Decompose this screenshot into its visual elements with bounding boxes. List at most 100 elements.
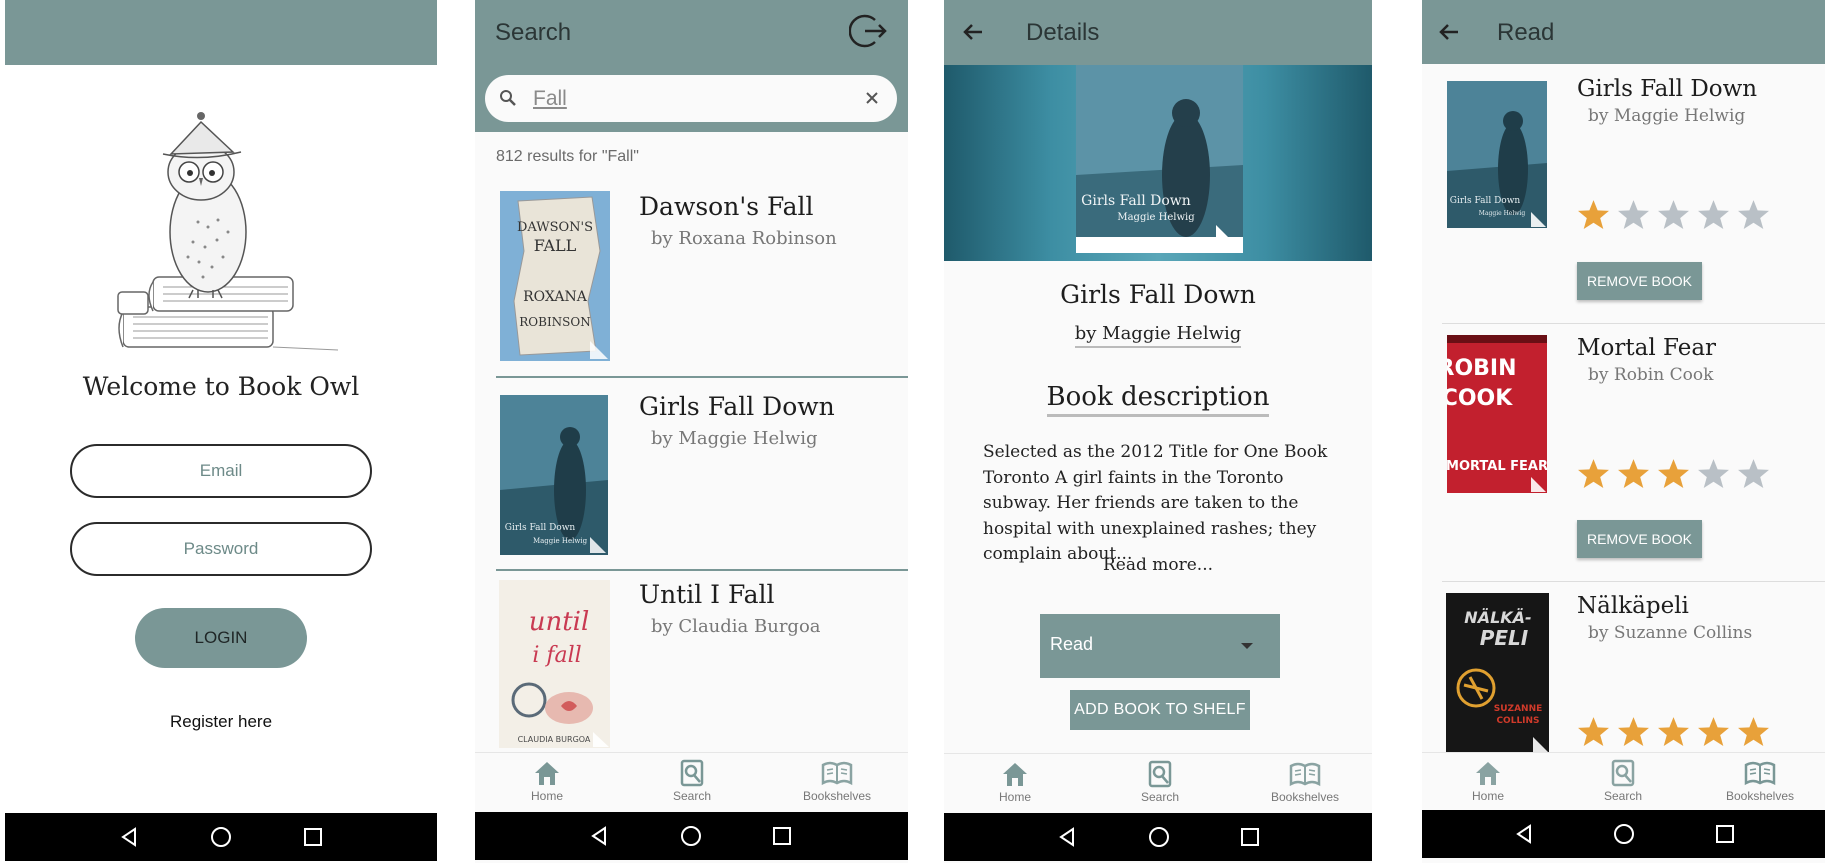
search-input[interactable] [533, 81, 833, 116]
back-arrow-icon[interactable] [1438, 22, 1460, 42]
open-book-icon [1289, 762, 1321, 787]
open-book-icon [1744, 761, 1776, 786]
shelf-list-item[interactable]: Girls Fall Down Maggie Helwig Girls Fall… [1422, 64, 1825, 322]
nav-home-label: Home [1471, 789, 1504, 803]
svg-text:SUZANNE: SUZANNE [1494, 704, 1543, 714]
book-title: Until I Fall [639, 580, 775, 609]
result-divider [496, 376, 908, 378]
remove-book-button[interactable]: REMOVE BOOK [1577, 262, 1702, 300]
book-title: Dawson's Fall [639, 192, 814, 221]
star-empty-icon[interactable] [1616, 198, 1651, 231]
star-rating[interactable] [1576, 715, 1771, 748]
svg-text:Maggie Helwig: Maggie Helwig [1117, 212, 1195, 223]
star-filled-icon[interactable] [1736, 715, 1771, 748]
home-nav-icon[interactable] [1148, 826, 1170, 848]
star-filled-icon[interactable] [1616, 715, 1651, 748]
nav-bookshelves[interactable]: Bookshelves [1245, 760, 1365, 804]
star-empty-icon[interactable] [1736, 457, 1771, 490]
book-hero-banner: Girls Fall Down Maggie Helwig [944, 65, 1372, 261]
recents-nav-icon[interactable] [1715, 824, 1735, 844]
svg-text:COOK: COOK [1447, 386, 1513, 411]
star-filled-icon[interactable] [1656, 715, 1691, 748]
search-result-item[interactable]: until i fall CLAUDIA BURGOA Until I Fall… [496, 580, 908, 770]
nav-bookshelves-label: Bookshelves [1270, 790, 1340, 804]
svg-text:CLAUDIA BURGOA: CLAUDIA BURGOA [518, 735, 591, 744]
details-app-bar: Details [944, 0, 1372, 65]
shelf-select[interactable]: Read [1040, 614, 1280, 678]
star-filled-icon[interactable] [1696, 715, 1731, 748]
nav-search[interactable]: Search [632, 759, 752, 803]
nav-search[interactable]: Search [1563, 759, 1683, 803]
section-heading: Book description [944, 382, 1372, 417]
search-box[interactable] [485, 75, 897, 122]
nav-home[interactable]: Home [487, 759, 607, 803]
results-count: 812 results for "Fall" [496, 148, 639, 165]
login-button[interactable]: LOGIN [135, 608, 307, 668]
svg-text:ROXANA: ROXANA [523, 289, 588, 305]
home-nav-icon[interactable] [1613, 823, 1635, 845]
read-more-link[interactable]: Read more... [944, 555, 1372, 575]
star-filled-icon[interactable] [1656, 457, 1691, 490]
read-shelf-screen: Read Girls Fall Down Maggie Helwig Girls… [1422, 0, 1825, 863]
star-filled-icon[interactable] [1576, 715, 1611, 748]
star-empty-icon[interactable] [1656, 198, 1691, 231]
star-filled-icon[interactable] [1576, 457, 1611, 490]
nav-home[interactable]: Home [1428, 759, 1548, 803]
password-field[interactable] [70, 522, 372, 576]
email-field[interactable] [70, 444, 372, 498]
star-rating[interactable] [1576, 198, 1771, 231]
star-empty-icon[interactable] [1736, 198, 1771, 231]
star-rating[interactable] [1576, 457, 1771, 490]
star-empty-icon[interactable] [1696, 457, 1731, 490]
book-cover-image: NÄLKÄ- PELI SUZANNE COLLINS [1446, 593, 1549, 753]
svg-text:Girls Fall Down: Girls Fall Down [1081, 193, 1191, 209]
book-author: by Maggie Helwig [651, 428, 818, 449]
recents-nav-icon[interactable] [1240, 827, 1260, 847]
home-nav-icon[interactable] [210, 826, 232, 848]
nav-home[interactable]: Home [955, 760, 1075, 804]
dropdown-arrow-icon [1241, 643, 1253, 649]
svg-text:DAWSON'S: DAWSON'S [517, 220, 593, 235]
star-filled-icon[interactable] [1616, 457, 1651, 490]
nav-search-label: Search [672, 789, 712, 803]
nav-bookshelves[interactable]: Bookshelves [1700, 759, 1820, 803]
book-cover-image: Girls Fall Down Maggie Helwig [500, 395, 608, 555]
clear-icon[interactable] [865, 91, 879, 105]
star-empty-icon[interactable] [1696, 198, 1731, 231]
register-link[interactable]: Register here [5, 712, 437, 732]
book-title: Girls Fall Down [1060, 280, 1256, 309]
star-filled-icon[interactable] [1576, 198, 1611, 231]
svg-text:i fall: i fall [532, 643, 581, 668]
svg-text:COLLINS: COLLINS [1496, 716, 1539, 726]
nav-home-label: Home [530, 789, 563, 803]
home-icon [535, 762, 559, 785]
back-arrow-icon[interactable] [962, 22, 984, 42]
bottom-navigation: Home Search Bookshelves [1422, 752, 1825, 812]
search-result-item[interactable]: DAWSON'S FALL ROXANA ROBINSON Dawson's F… [496, 188, 908, 378]
svg-text:FALL: FALL [534, 236, 577, 255]
book-title: Nälkäpeli [1577, 593, 1689, 619]
home-nav-icon[interactable] [680, 825, 702, 847]
remove-book-button[interactable]: REMOVE BOOK [1577, 520, 1702, 558]
svg-text:MORTAL FEAR: MORTAL FEAR [1447, 459, 1547, 474]
book-title: Girls Fall Down [639, 392, 835, 421]
recents-nav-icon[interactable] [772, 826, 792, 846]
result-divider [496, 569, 908, 571]
search-result-item[interactable]: Girls Fall Down Maggie Helwig Girls Fall… [496, 392, 908, 582]
back-nav-icon[interactable] [1515, 824, 1535, 844]
back-nav-icon[interactable] [590, 826, 610, 846]
welcome-heading: Welcome to Book Owl [82, 372, 360, 401]
system-nav-bar [944, 813, 1372, 861]
svg-text:until: until [529, 607, 590, 637]
nav-search[interactable]: Search [1100, 760, 1220, 804]
back-nav-icon[interactable] [1058, 827, 1078, 847]
back-nav-icon[interactable] [120, 827, 140, 847]
book-title: Mortal Fear [1577, 335, 1717, 361]
shelf-list-item[interactable]: ROBIN COOK MORTAL FEAR Mortal Fear by Ro… [1422, 323, 1825, 581]
book-author: by Claudia Burgoa [651, 616, 821, 637]
add-book-to-shelf-button[interactable]: ADD BOOK TO SHELF [1070, 690, 1250, 730]
logout-icon[interactable] [849, 12, 889, 50]
nav-bookshelves-label: Bookshelves [1725, 789, 1795, 803]
recents-nav-icon[interactable] [303, 827, 323, 847]
nav-bookshelves[interactable]: Bookshelves [777, 759, 897, 803]
